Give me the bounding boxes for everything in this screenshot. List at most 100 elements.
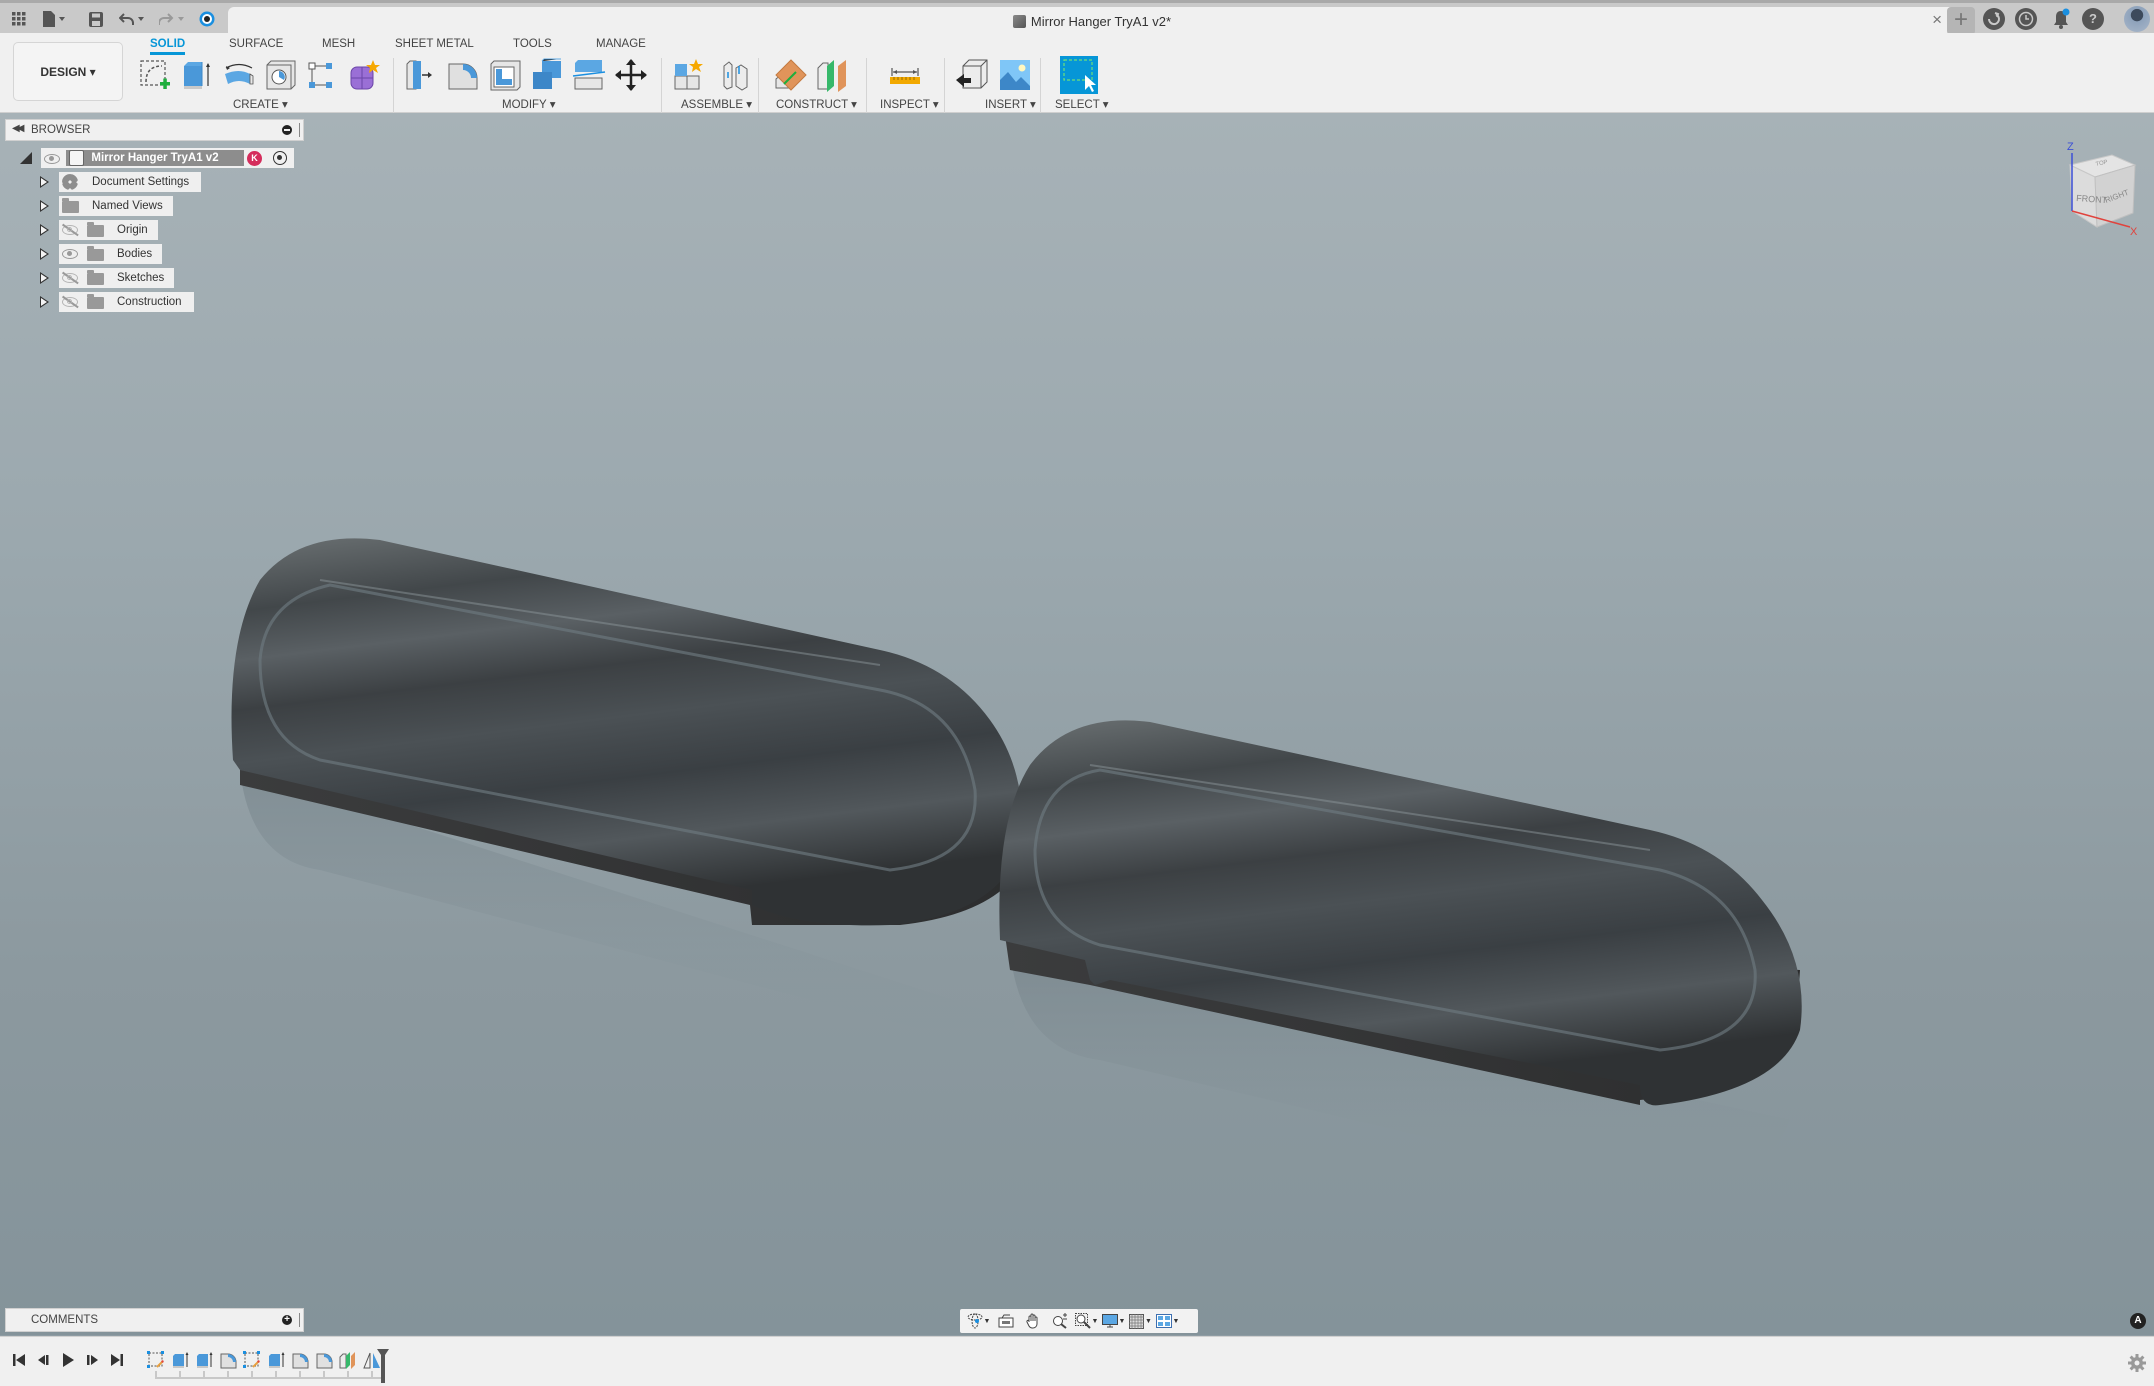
timeline-tick [155, 1371, 157, 1377]
timeline-fillet-icon[interactable] [315, 1351, 333, 1369]
visibility-hidden-icon[interactable] [62, 297, 78, 307]
root-component-name[interactable]: Mirror Hanger TryA1 v2 [66, 150, 244, 166]
close-tab-icon[interactable]: × [1932, 10, 1942, 30]
apps-grid-icon[interactable] [8, 7, 30, 31]
canvas-viewport[interactable] [0, 113, 2154, 1335]
timeline-extrude-icon[interactable] [195, 1351, 213, 1369]
timeline-sketch-icon[interactable] [243, 1351, 261, 1369]
notifications-icon[interactable] [2050, 8, 2072, 30]
create-sketch-icon[interactable] [138, 58, 172, 92]
modify-group-menu[interactable]: MODIFY ▾ [502, 97, 555, 111]
timeline-extrude-icon[interactable] [171, 1351, 189, 1369]
extensions-icon[interactable] [1983, 8, 2005, 30]
fillet-icon[interactable] [446, 58, 480, 92]
step-forward-icon[interactable] [83, 1351, 101, 1369]
window-select-icon[interactable] [1060, 56, 1098, 94]
autodesk-account-icon[interactable]: A [2130, 1313, 2146, 1329]
go-to-start-icon[interactable] [10, 1351, 28, 1369]
expand-toggle[interactable] [40, 296, 49, 308]
expand-toggle[interactable] [40, 200, 49, 212]
extrude-icon[interactable] [180, 58, 214, 92]
zoom-button[interactable] [1046, 1311, 1073, 1331]
pattern-icon[interactable] [306, 58, 340, 92]
joint-icon[interactable] [718, 58, 752, 92]
press-pull-icon[interactable] [404, 58, 438, 92]
job-status-button[interactable] [197, 7, 217, 31]
file-menu-button[interactable] [40, 7, 70, 31]
fit-button[interactable]: ▼ [1073, 1311, 1100, 1331]
timeline-construction-plane-icon[interactable] [339, 1351, 357, 1369]
plane-at-angle-icon[interactable] [774, 58, 808, 92]
user-avatar[interactable] [2124, 6, 2150, 32]
visibility-hidden-icon[interactable] [62, 225, 78, 235]
expand-toggle[interactable] [40, 248, 49, 260]
save-button[interactable] [86, 7, 106, 31]
tab-manage[interactable]: MANAGE [596, 33, 646, 55]
timeline-marker-handle[interactable] [377, 1349, 389, 1383]
document-tab[interactable]: Mirror Hanger TryA1 v2* × [228, 7, 1956, 36]
tab-mesh[interactable]: MESH [322, 33, 355, 55]
expand-toggle[interactable] [40, 224, 49, 236]
go-to-end-icon[interactable] [108, 1351, 126, 1369]
look-at-button[interactable] [992, 1311, 1019, 1331]
visibility-eye-icon[interactable] [44, 154, 60, 164]
viewports-button[interactable]: ▼ [1154, 1311, 1181, 1331]
root-collapse-toggle[interactable] [20, 152, 32, 164]
resize-handle[interactable] [299, 1313, 301, 1327]
measure-icon[interactable] [888, 58, 922, 92]
construct-group-menu[interactable]: CONSTRUCT ▾ [776, 97, 857, 111]
timeline-fillet-icon[interactable] [219, 1351, 237, 1369]
expand-toggle[interactable] [40, 272, 49, 284]
visibility-hidden-icon[interactable] [62, 273, 78, 283]
split-body-icon[interactable] [572, 58, 606, 92]
navigation-bar: ▼ ▼ ▼ ▼ ▼ [960, 1309, 1198, 1333]
redo-button[interactable] [158, 7, 188, 31]
new-tab-icon[interactable]: + [1947, 7, 1975, 35]
select-group-menu[interactable]: SELECT ▾ [1055, 97, 1109, 111]
mirror-hanger-body-1[interactable] [231, 538, 1025, 1052]
tab-surface[interactable]: SURFACE [229, 33, 283, 55]
pin-panel-icon[interactable] [282, 125, 292, 135]
step-back-icon[interactable] [35, 1351, 53, 1369]
hole-icon[interactable] [264, 58, 298, 92]
orbit-button[interactable]: ▼ [965, 1311, 992, 1331]
resize-handle[interactable] [299, 123, 301, 137]
viewcube[interactable]: FRONT RIGHT TOP Z X [2050, 135, 2150, 235]
title-bar: Mirror Hanger TryA1 v2* × + ? [0, 0, 2154, 36]
undo-button[interactable] [118, 7, 148, 31]
expand-toggle[interactable] [40, 176, 49, 188]
timeline-sketch-icon[interactable] [147, 1351, 165, 1369]
job-history-icon[interactable] [2015, 8, 2037, 30]
workspace-switcher[interactable]: DESIGN ▾ [13, 42, 123, 101]
add-comment-icon[interactable]: + [282, 1315, 292, 1325]
create-form-icon[interactable] [348, 58, 382, 92]
help-icon[interactable]: ? [2082, 8, 2104, 30]
timeline-fillet-icon[interactable] [291, 1351, 309, 1369]
revolve-icon[interactable] [222, 58, 256, 92]
move-copy-icon[interactable] [614, 58, 648, 92]
tab-tools[interactable]: TOOLS [513, 33, 552, 55]
timeline-settings-gear-icon[interactable] [2128, 1354, 2146, 1372]
play-icon[interactable] [59, 1351, 77, 1369]
tab-sheet-metal[interactable]: SHEET METAL [395, 33, 474, 55]
display-settings-button[interactable]: ▼ [1100, 1311, 1127, 1331]
collapse-panel-icon[interactable]: ◀◀ [12, 123, 25, 134]
new-component-icon[interactable] [672, 58, 706, 92]
mirror-hanger-body-2[interactable] [999, 720, 1802, 1190]
pan-button[interactable] [1019, 1311, 1046, 1331]
timeline-extrude-icon[interactable] [267, 1351, 285, 1369]
inspect-group-menu[interactable]: INSPECT ▾ [880, 97, 939, 111]
shell-icon[interactable] [488, 58, 522, 92]
tab-solid[interactable]: SOLID [150, 33, 186, 55]
visibility-eye-icon[interactable] [62, 249, 78, 259]
folder-icon [87, 294, 104, 309]
insert-group-menu[interactable]: INSERT ▾ [985, 97, 1036, 111]
canvas-icon[interactable] [998, 58, 1032, 92]
grid-snaps-button[interactable]: ▼ [1127, 1311, 1154, 1331]
combine-icon[interactable] [530, 58, 564, 92]
assemble-group-menu[interactable]: ASSEMBLE ▾ [681, 97, 752, 111]
midplane-icon[interactable] [816, 58, 850, 92]
activate-component-radio[interactable] [273, 151, 287, 165]
insert-derive-icon[interactable] [955, 58, 989, 92]
create-group-menu[interactable]: CREATE ▾ [233, 97, 288, 111]
